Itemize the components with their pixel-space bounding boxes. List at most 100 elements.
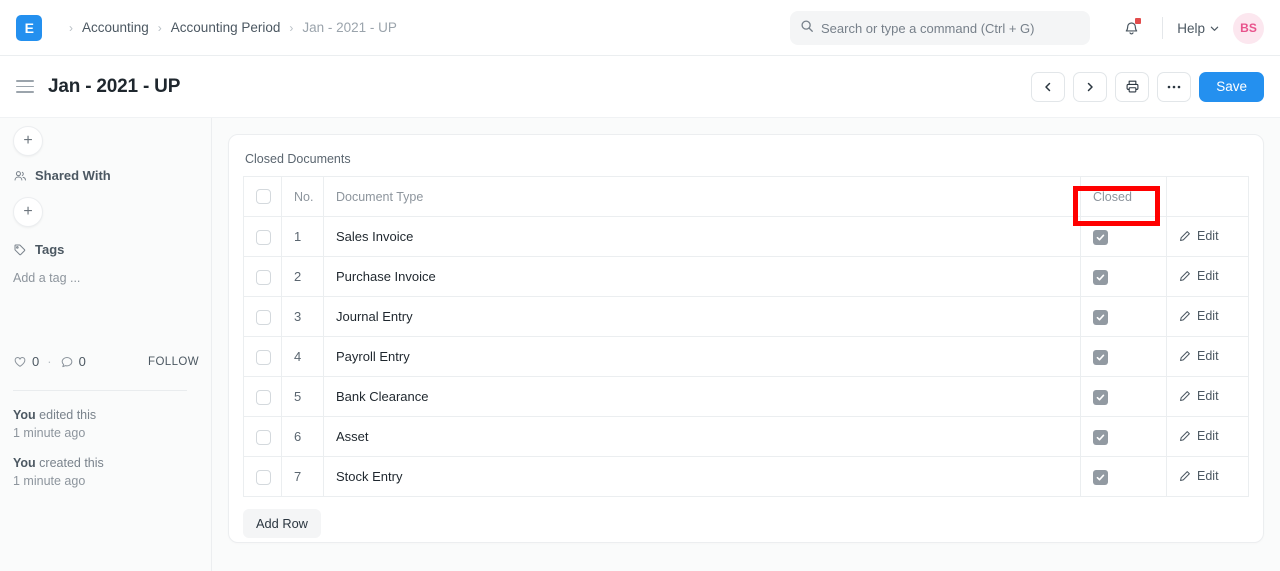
table-row[interactable]: 7 Stock Entry: [244, 457, 1249, 497]
closed-checkbox-checked[interactable]: [1093, 470, 1108, 485]
add-share-button[interactable]: +: [13, 197, 43, 227]
shared-with-heading: Shared With: [13, 168, 111, 183]
closed-checkbox-checked[interactable]: [1093, 390, 1108, 405]
shared-with-section: Shared With +: [13, 168, 111, 227]
check-icon: [1096, 313, 1105, 322]
row-document-type[interactable]: Purchase Invoice: [324, 257, 1081, 297]
app-logo-icon[interactable]: E: [16, 15, 42, 41]
table-row[interactable]: 1 Sales Invoice: [244, 217, 1249, 257]
activity-timestamp: 1 minute ago: [13, 474, 203, 488]
row-checkbox[interactable]: [256, 430, 271, 445]
comment-icon: [60, 355, 74, 369]
meta-separator: ·: [47, 354, 51, 369]
row-number: 3: [282, 297, 324, 337]
edit-row-button[interactable]: Edit: [1179, 429, 1219, 443]
edit-row-button[interactable]: Edit: [1179, 269, 1219, 283]
table-row[interactable]: 2 Purchase Invoice: [244, 257, 1249, 297]
table-row[interactable]: 4 Payroll Entry: [244, 337, 1249, 377]
select-all-checkbox[interactable]: [256, 189, 271, 204]
row-select-cell: [244, 417, 282, 457]
tags-section: Tags Add a tag ...: [13, 242, 80, 285]
comment-count: 0: [79, 354, 86, 369]
help-menu-button[interactable]: Help: [1177, 21, 1219, 36]
row-document-type[interactable]: Bank Clearance: [324, 377, 1081, 417]
check-icon: [1096, 353, 1105, 362]
follow-button[interactable]: FOLLOW: [148, 356, 199, 368]
row-closed-cell: [1081, 257, 1167, 297]
document-social-meta: 0 · 0 FOLLOW: [13, 354, 199, 369]
edit-label: Edit: [1197, 349, 1219, 363]
table-row[interactable]: 6 Asset: [244, 417, 1249, 457]
edit-row-button[interactable]: Edit: [1179, 229, 1219, 243]
row-checkbox[interactable]: [256, 390, 271, 405]
pencil-icon: [1179, 350, 1191, 362]
comment-count-button[interactable]: 0: [60, 354, 86, 369]
row-number: 5: [282, 377, 324, 417]
notifications-button[interactable]: [1114, 11, 1148, 45]
edit-row-button[interactable]: Edit: [1179, 469, 1219, 483]
add-tag-input[interactable]: Add a tag ...: [13, 271, 80, 285]
closed-checkbox-checked[interactable]: [1093, 310, 1108, 325]
navbar-divider: [1162, 17, 1163, 39]
edit-row-button[interactable]: Edit: [1179, 349, 1219, 363]
row-checkbox[interactable]: [256, 230, 271, 245]
edit-row-button[interactable]: Edit: [1179, 309, 1219, 323]
select-all-header: [244, 177, 282, 217]
row-closed-cell: [1081, 457, 1167, 497]
navbar-right-actions: Help BS: [1114, 0, 1264, 56]
save-button[interactable]: Save: [1199, 72, 1264, 102]
closed-checkbox-checked[interactable]: [1093, 270, 1108, 285]
row-number: 6: [282, 417, 324, 457]
more-options-button[interactable]: [1157, 72, 1191, 102]
closed-checkbox-checked[interactable]: [1093, 430, 1108, 445]
row-document-type[interactable]: Asset: [324, 417, 1081, 457]
add-assignment-button[interactable]: +: [13, 126, 43, 156]
row-closed-cell: [1081, 217, 1167, 257]
add-row-button[interactable]: Add Row: [243, 509, 321, 538]
row-document-type[interactable]: Journal Entry: [324, 297, 1081, 337]
table-row[interactable]: 5 Bank Clearance: [244, 377, 1249, 417]
closed-checkbox-checked[interactable]: [1093, 350, 1108, 365]
breadcrumb-item-accounting-period[interactable]: Accounting Period: [171, 20, 281, 35]
row-document-type[interactable]: Payroll Entry: [324, 337, 1081, 377]
closed-checkbox-checked[interactable]: [1093, 230, 1108, 245]
next-document-button[interactable]: [1073, 72, 1107, 102]
activity-item-edited: You edited this 1 minute ago: [13, 408, 203, 440]
row-checkbox[interactable]: [256, 310, 271, 325]
previous-document-button[interactable]: [1031, 72, 1065, 102]
row-document-type[interactable]: Sales Invoice: [324, 217, 1081, 257]
chevron-down-icon: [1210, 24, 1219, 33]
column-header-no[interactable]: No.: [282, 177, 324, 217]
print-button[interactable]: [1115, 72, 1149, 102]
edit-label: Edit: [1197, 469, 1219, 483]
user-avatar[interactable]: BS: [1233, 13, 1264, 44]
activity-timestamp: 1 minute ago: [13, 426, 203, 440]
breadcrumb-item-accounting[interactable]: Accounting: [82, 20, 149, 35]
tags-heading: Tags: [13, 242, 80, 257]
row-select-cell: [244, 217, 282, 257]
global-search[interactable]: [790, 11, 1090, 45]
edit-row-button[interactable]: Edit: [1179, 389, 1219, 403]
chevron-right-icon: [1085, 82, 1095, 92]
page-header: Jan - 2021 - UP: [0, 56, 1280, 118]
row-number: 7: [282, 457, 324, 497]
sidebar-toggle-icon[interactable]: [16, 77, 36, 97]
tag-icon: [13, 243, 27, 257]
row-checkbox[interactable]: [256, 470, 271, 485]
column-header-document-type[interactable]: Document Type: [324, 177, 1081, 217]
sidebar-divider: [13, 390, 187, 391]
grid-label: Closed Documents: [245, 152, 1249, 166]
column-header-closed[interactable]: Closed: [1081, 177, 1167, 217]
row-checkbox[interactable]: [256, 270, 271, 285]
breadcrumb: › Accounting › Accounting Period › Jan -…: [60, 20, 397, 35]
table-row[interactable]: 3 Journal Entry: [244, 297, 1249, 337]
row-document-type[interactable]: Stock Entry: [324, 457, 1081, 497]
row-actions-cell: Edit: [1167, 217, 1249, 257]
search-input[interactable]: [821, 21, 1080, 36]
row-closed-cell: [1081, 337, 1167, 377]
edit-label: Edit: [1197, 389, 1219, 403]
activity-actor: You: [13, 408, 36, 422]
row-select-cell: [244, 337, 282, 377]
row-checkbox[interactable]: [256, 350, 271, 365]
like-count-button[interactable]: 0: [13, 354, 39, 369]
